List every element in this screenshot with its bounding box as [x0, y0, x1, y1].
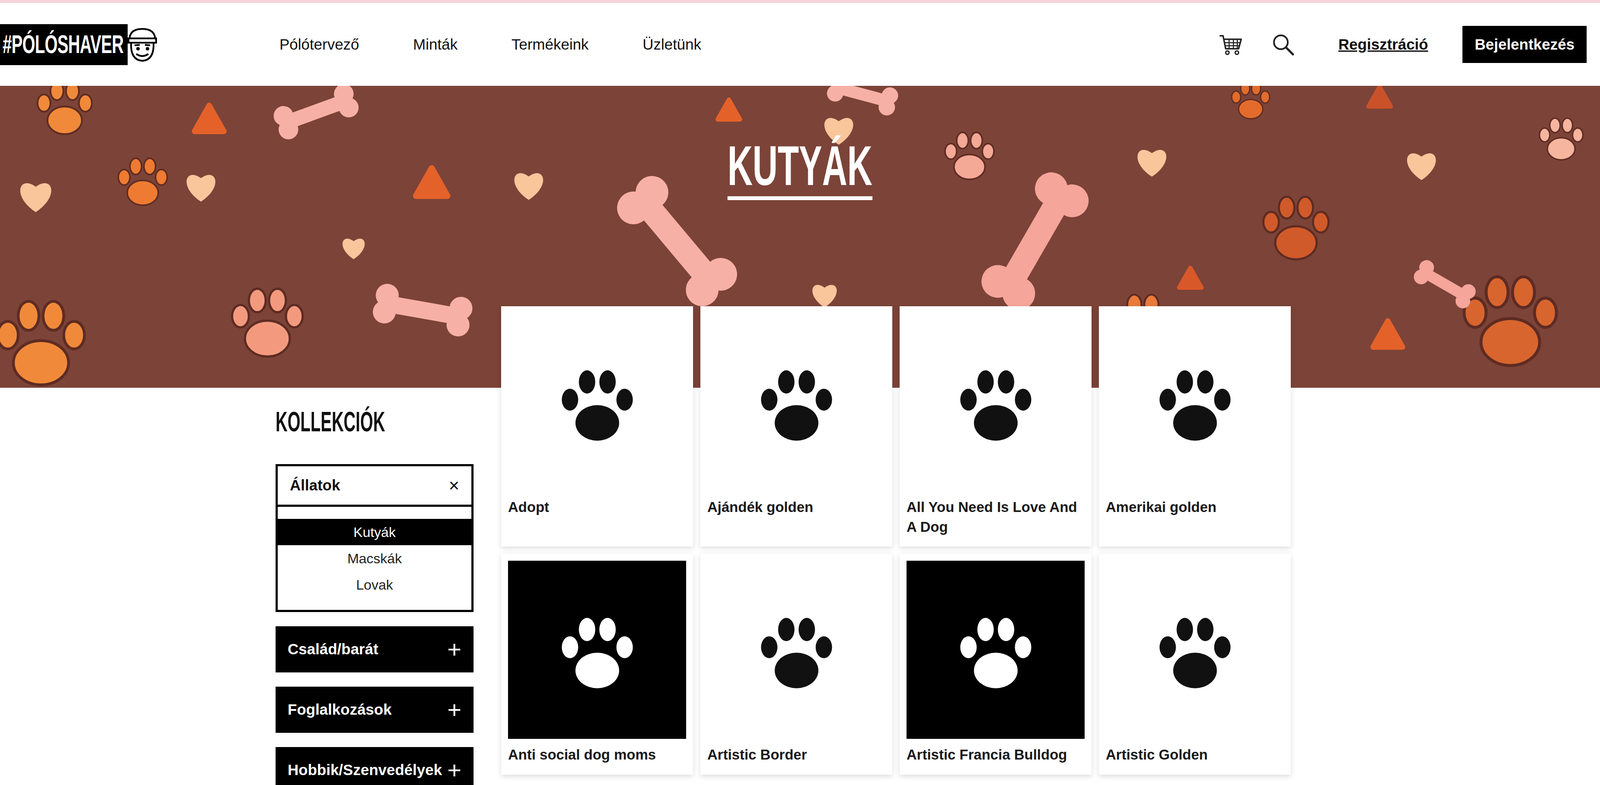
- expand-icon[interactable]: +: [447, 637, 462, 662]
- group-label: Család/barát: [287, 637, 379, 661]
- product-name: Artistic Golden: [1105, 744, 1284, 765]
- subcollection-list: Kutyák Macskák Lovak: [275, 506, 474, 612]
- cart-icon[interactable]: [1217, 31, 1244, 58]
- product-name: All You Need Is Love And A Dog: [906, 497, 1085, 537]
- site-header: #PÓLÓSHAVER Pólótervező Minták Termékeink Üz…: [0, 3, 1600, 86]
- top-stripe: [0, 0, 1600, 4]
- subcollection-label: Kutyák: [353, 521, 396, 543]
- subcollection-item[interactable]: Lovak: [277, 571, 472, 598]
- collection-filter[interactable]: Állatok ×: [275, 464, 474, 507]
- nav-item: Pólótervező: [279, 33, 360, 57]
- product-card[interactable]: Anti social dog moms: [501, 553, 694, 775]
- subcollection-item[interactable]: Macskák: [277, 545, 472, 572]
- product-image: [508, 560, 687, 739]
- product-image: [508, 313, 687, 492]
- header-actions: Regisztráció Bejelentkezés: [1217, 25, 1587, 63]
- content-area: KOLLEKCIÓK Állatok × Kutyák Macskák Lovak Csal…: [275, 387, 1291, 785]
- product-image: [707, 560, 886, 739]
- page-title-text: KUTYÁK: [727, 137, 873, 201]
- product-image: [1105, 560, 1284, 739]
- subcollection-label: Macskák: [347, 548, 402, 569]
- subcollection-label: Lovak: [356, 574, 393, 596]
- nav-link[interactable]: Minták: [413, 35, 458, 53]
- sidebar-title: KOLLEKCIÓK: [275, 407, 386, 436]
- main-nav: Pólótervező Minták Termékeink Üzletünk: [279, 33, 702, 57]
- nav-item: Üzletünk: [642, 33, 702, 57]
- clear-filter-button[interactable]: ×: [448, 476, 460, 495]
- product-name: Anti social dog moms: [508, 744, 687, 765]
- nav-item: Minták: [413, 33, 458, 57]
- product-image: [906, 560, 1085, 739]
- product-card[interactable]: Artistic Francia Bulldog: [899, 553, 1092, 775]
- product-name: Adopt: [508, 497, 687, 518]
- collection-group[interactable]: Család/barát +: [275, 626, 474, 673]
- product-card[interactable]: All You Need Is Love And A Dog: [899, 306, 1092, 547]
- nav-link[interactable]: Pólótervező: [279, 35, 360, 53]
- register-link[interactable]: Regisztráció: [1338, 33, 1428, 57]
- product-name: Artistic Francia Bulldog: [906, 744, 1085, 765]
- expand-icon[interactable]: +: [447, 697, 462, 722]
- sidebar-heading: KOLLEKCIÓK: [275, 407, 474, 465]
- logo[interactable]: #PÓLÓSHAVER: [0, 24, 162, 66]
- logo-text: #PÓLÓSHAVER: [2, 31, 124, 58]
- mascot-icon: [123, 25, 162, 64]
- expand-icon[interactable]: +: [447, 758, 462, 783]
- login-button[interactable]: Bejelentkezés: [1462, 25, 1587, 63]
- product-image: [707, 313, 886, 492]
- product-card[interactable]: Adopt: [501, 306, 694, 547]
- search-icon[interactable]: [1270, 32, 1296, 57]
- nav-item: Termékeink: [511, 33, 589, 57]
- product-name: Amerikai golden: [1105, 497, 1284, 518]
- product-image: [1105, 313, 1284, 492]
- product-image: [906, 313, 1085, 492]
- group-label: Foglalkozások: [287, 698, 392, 722]
- product-card[interactable]: Artistic Golden: [1098, 553, 1291, 775]
- product-name: Artistic Border: [707, 744, 886, 765]
- group-label: Hobbik/Szenvedélyek: [287, 758, 443, 782]
- nav-link[interactable]: Üzletünk: [642, 35, 702, 53]
- collection-group[interactable]: Hobbik/Szenvedélyek+: [275, 746, 474, 785]
- collections-sidebar: KOLLEKCIÓK Állatok × Kutyák Macskák Lovak Csal…: [275, 387, 474, 785]
- subcollection-item[interactable]: Kutyák: [277, 518, 472, 546]
- filter-label: Állatok: [289, 473, 341, 497]
- product-grid: Adopt Ajándék golden All You Need Is Love …: [501, 306, 1291, 775]
- product-name: Ajándék golden: [707, 497, 886, 518]
- product-card[interactable]: Artistic Border: [700, 553, 893, 775]
- logo-box: #PÓLÓSHAVER: [0, 24, 128, 66]
- collection-group[interactable]: Foglalkozások +: [275, 686, 474, 733]
- product-card[interactable]: Amerikai golden: [1098, 306, 1291, 547]
- nav-link[interactable]: Termékeink: [511, 35, 589, 53]
- product-card[interactable]: Ajándék golden: [700, 306, 893, 547]
- page-title: KUTYÁK: [0, 85, 1600, 201]
